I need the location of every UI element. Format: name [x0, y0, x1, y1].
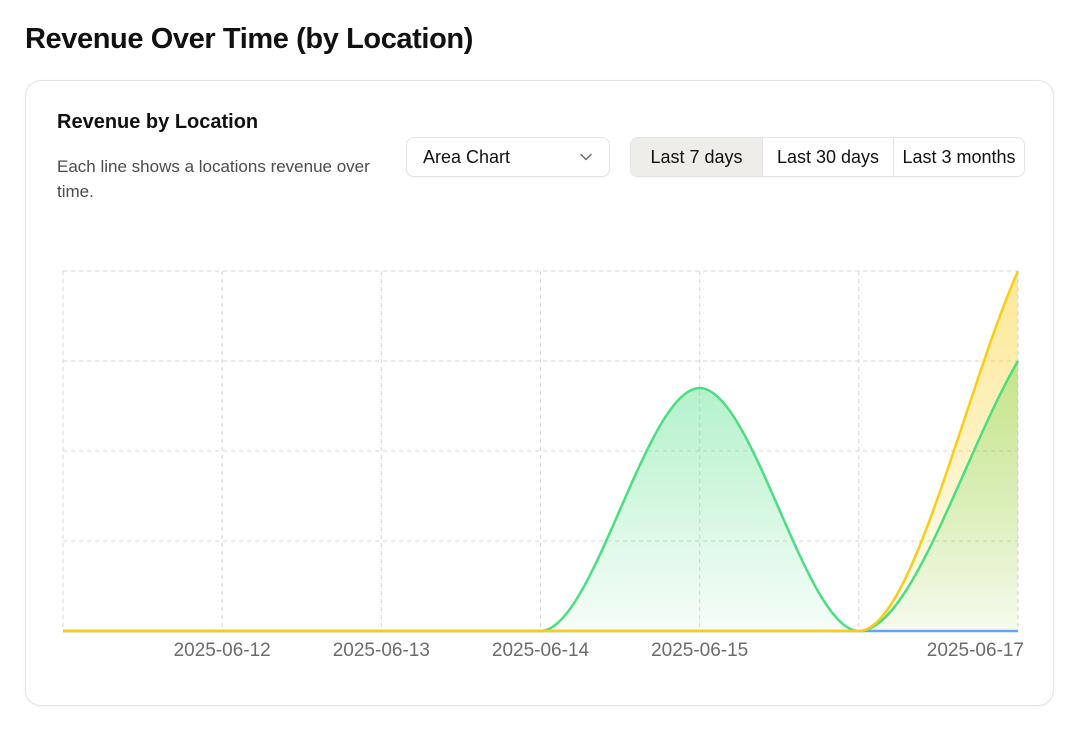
area-chart: 2025-06-12 2025-06-13 2025-06-14 2025-06-15…: [62, 270, 1024, 661]
x-tick-label: 2025-06-13: [333, 640, 430, 661]
x-tick-label: 2025-06-15: [651, 640, 748, 661]
chart-grid: [62, 270, 1019, 631]
x-tick-label: 2025-06-12: [174, 640, 271, 661]
x-tick-label: 2025-06-14: [492, 640, 590, 661]
x-tick-label: 2025-06-17: [927, 640, 1024, 661]
page-title: Revenue Over Time (by Location): [25, 23, 473, 55]
revenue-card: Revenue by Location Each line shows a lo…: [25, 80, 1054, 706]
x-axis-ticks: 2025-06-12 2025-06-13 2025-06-14 2025-06-15…: [174, 640, 1024, 661]
